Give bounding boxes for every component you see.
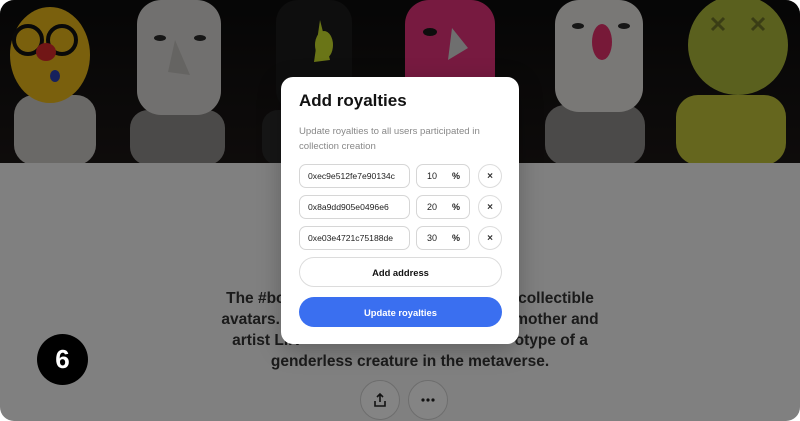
modal-title: Add royalties [299,91,407,110]
percent-sign: % [451,202,460,212]
address-field[interactable]: 0x8a9dd905e0496e6 [299,195,410,219]
royalty-row: 0x8a9dd905e0496e6 20 % × [299,195,502,219]
modal-subtitle: Update royalties to all users participat… [299,126,480,152]
add-royalties-modal: Add royalties Update royalties to all us… [281,77,519,344]
percent-field[interactable]: 10 % [416,164,470,188]
remove-row-button[interactable]: × [478,226,502,250]
address-field[interactable]: 0xec9e512fe7e90134c [299,164,410,188]
remove-row-button[interactable]: × [478,195,502,219]
royalty-row: 0xec9e512fe7e90134c 10 % × [299,164,502,188]
add-address-button[interactable]: Add address [299,257,502,287]
percent-value: 20 [427,202,438,212]
percent-value: 10 [427,171,438,181]
update-royalties-button[interactable]: Update royalties [299,297,502,327]
close-icon: × [487,232,493,244]
address-field[interactable]: 0xe03e4721c75188de [299,226,410,250]
remove-row-button[interactable]: × [478,164,502,188]
percent-value: 30 [427,233,438,243]
percent-field[interactable]: 30 % [416,226,470,250]
percent-field[interactable]: 20 % [416,195,470,219]
close-icon: × [487,201,493,213]
percent-sign: % [451,233,460,243]
percent-sign: % [451,171,460,181]
step-badge: 6 [37,334,88,385]
app-frame: The #boi c collectible avatars. The moth… [0,0,800,421]
royalty-row: 0xe03e4721c75188de 30 % × [299,226,502,250]
close-icon: × [487,170,493,182]
